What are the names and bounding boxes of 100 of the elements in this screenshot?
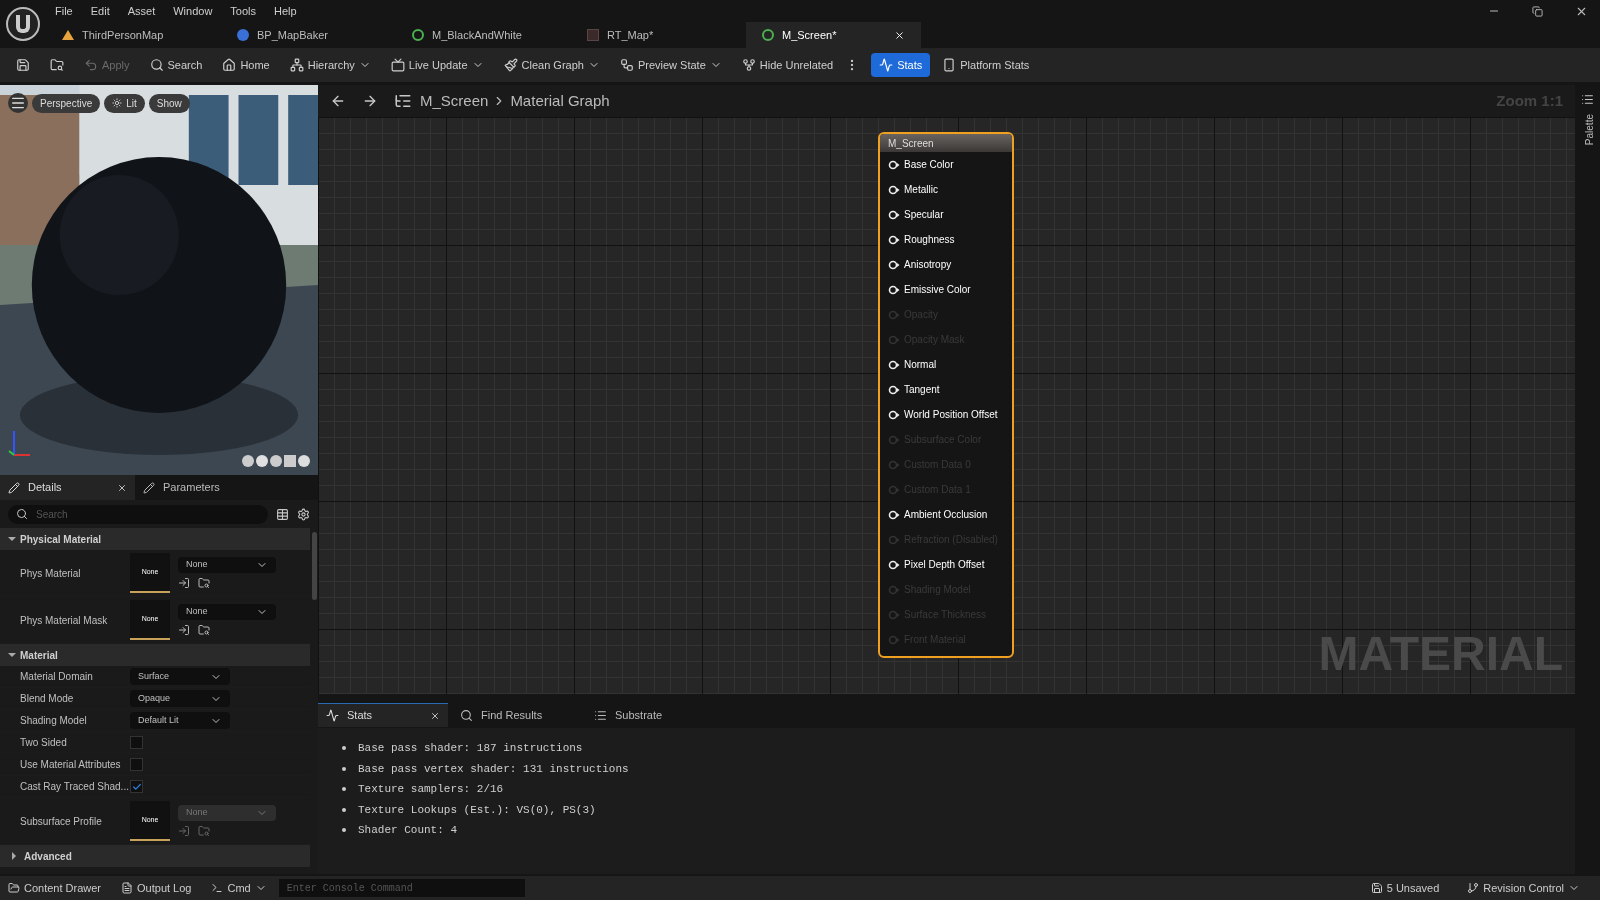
menu-item[interactable]: Help: [265, 2, 306, 20]
table-icon[interactable]: [276, 507, 289, 521]
save-icon: [16, 58, 30, 72]
console-field[interactable]: Enter Console Command: [278, 879, 525, 897]
menu-item[interactable]: Tools: [221, 2, 266, 20]
breadcrumb-item[interactable]: Material Graph: [510, 89, 610, 113]
texture-icon: [587, 29, 599, 41]
pin-icon[interactable]: [888, 559, 900, 570]
pin-label: Roughness: [904, 233, 955, 247]
panel-tab[interactable]: Substrate: [586, 703, 716, 727]
use-selected-icon[interactable]: [178, 624, 190, 636]
search-field[interactable]: Search: [8, 504, 268, 524]
stats-button[interactable]: Stats: [871, 53, 931, 77]
pin-icon[interactable]: [888, 209, 900, 220]
bullet-icon: [342, 787, 346, 792]
document-tab[interactable]: BP_MapBaker: [221, 22, 396, 48]
graph-icon[interactable]: [394, 92, 412, 110]
menu-item[interactable]: File: [46, 2, 82, 20]
close-icon[interactable]: [430, 710, 440, 721]
material-node[interactable]: [878, 132, 1014, 658]
pin-label: Emissive Color: [904, 283, 971, 297]
pin-icon[interactable]: [888, 384, 900, 395]
hierarchy-button[interactable]: Hierarchy: [281, 53, 379, 77]
stats-icon: [326, 709, 339, 722]
material-icon: [762, 29, 774, 41]
property-label: Use Material Attributes: [20, 758, 122, 772]
platform-stats-button[interactable]: Platform Stats: [934, 53, 1038, 77]
panel-tab[interactable]: Stats: [318, 703, 448, 727]
log-icon: [121, 882, 134, 894]
terminal-icon: [211, 882, 224, 894]
document-tab[interactable]: M_BlackAndWhite: [396, 22, 571, 48]
asset-dropdown[interactable]: None: [178, 557, 276, 573]
bullet-icon: [342, 828, 346, 833]
property-label: Shading Model: [20, 714, 88, 728]
pin-label: Normal: [904, 358, 937, 372]
asset-dropdown[interactable]: None: [178, 604, 276, 620]
pin-icon[interactable]: [888, 359, 900, 370]
pin-icon[interactable]: [888, 159, 900, 170]
pin-icon[interactable]: [888, 234, 900, 245]
section-header[interactable]: Material: [0, 644, 310, 666]
panel-tab[interactable]: Details: [0, 475, 135, 500]
tab-label: M_BlackAndWhite: [432, 27, 523, 43]
close-icon[interactable]: [117, 482, 127, 493]
checkbox[interactable]: [130, 780, 143, 793]
output-log-button[interactable]: Output Log: [113, 876, 200, 900]
section-header[interactable]: Advanced: [0, 845, 310, 867]
tab-label: ThirdPersonMap: [82, 27, 165, 43]
breadcrumb-item[interactable]: M_Screen: [420, 89, 489, 113]
pin-label: Specular: [904, 208, 944, 222]
back-icon[interactable]: [330, 93, 346, 109]
palette-tab[interactable]: Palette: [1581, 114, 1594, 146]
clean-graph-button[interactable]: Clean Graph: [495, 53, 608, 77]
hide-unrelated-button[interactable]: Hide Unrelated: [733, 53, 842, 77]
check-icon: [131, 781, 142, 792]
checkbox[interactable]: [130, 758, 143, 771]
content-drawer-button[interactable]: Content Drawer: [0, 876, 110, 900]
bullet-icon: [342, 807, 346, 812]
close-icon[interactable]: [894, 29, 905, 41]
unsaved-button[interactable]: 5 Unsaved: [1358, 876, 1452, 900]
pin-icon[interactable]: [888, 509, 900, 520]
forward-icon[interactable]: [362, 93, 378, 109]
apply-icon: [84, 58, 98, 72]
property-dropdown[interactable]: Opaque: [130, 690, 230, 707]
search-button[interactable]: Search: [141, 53, 211, 77]
panel-tab[interactable]: Find Results: [452, 703, 582, 727]
panel-tab[interactable]: Parameters: [135, 475, 270, 500]
property-dropdown[interactable]: Default Lit: [130, 712, 230, 729]
browse-icon[interactable]: [198, 624, 210, 636]
property-dropdown[interactable]: Surface: [130, 668, 230, 685]
document-tab[interactable]: M_Screen*: [746, 22, 921, 48]
bullet-icon: [342, 746, 346, 751]
live-update-button[interactable]: Live Update: [382, 53, 492, 77]
platform-stats-icon: [942, 58, 957, 72]
preview-state-button[interactable]: Preview State: [611, 53, 730, 77]
palette-icon[interactable]: [1581, 93, 1594, 106]
section-header[interactable]: Physical Material: [0, 528, 310, 550]
pin-label: Metallic: [904, 183, 938, 197]
substrate-icon: [594, 708, 607, 722]
menu-item[interactable]: Asset: [118, 2, 165, 20]
graph-watermark: MATERIAL: [1318, 626, 1563, 682]
pin-icon[interactable]: [888, 284, 900, 295]
restore-icon[interactable]: [1532, 5, 1543, 17]
menu-item[interactable]: Edit: [81, 2, 119, 20]
menu-item[interactable]: Window: [164, 2, 222, 20]
revision-control-button[interactable]: Revision Control: [1455, 876, 1592, 900]
engine-logo[interactable]: [6, 7, 40, 41]
document-tab[interactable]: ThirdPersonMap: [46, 22, 221, 48]
home-button[interactable]: Home: [214, 53, 278, 77]
pin-icon[interactable]: [888, 184, 900, 195]
use-selected-icon[interactable]: [178, 577, 190, 589]
pin-icon[interactable]: [888, 259, 900, 270]
settings-icon[interactable]: [297, 507, 310, 521]
scrollbar-thumb[interactable]: [311, 532, 317, 600]
browse-icon[interactable]: [198, 577, 210, 589]
checkbox[interactable]: [130, 736, 143, 749]
preview-shape-icons[interactable]: [242, 455, 310, 467]
document-tab[interactable]: RT_Map*: [571, 22, 746, 48]
blueprint-icon: [237, 29, 249, 41]
cmd-button[interactable]: Cmd: [203, 876, 275, 900]
pin-icon[interactable]: [888, 409, 900, 420]
